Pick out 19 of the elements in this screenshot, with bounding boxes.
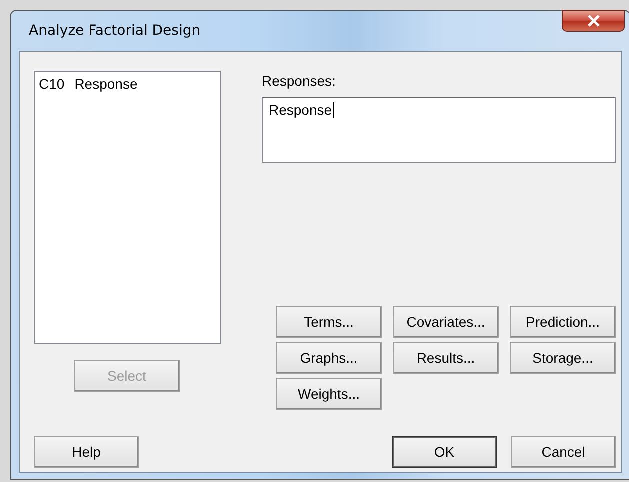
dialog-button[interactable]: Covariates... — [393, 306, 499, 338]
close-icon — [586, 15, 600, 27]
responses-field[interactable]: Response — [262, 97, 616, 163]
column-name: Response — [74, 76, 138, 92]
field-label: Responses: — [262, 73, 337, 89]
variable-list[interactable]: C10 Response — [34, 71, 221, 344]
dialog-button[interactable]: Terms... — [276, 306, 382, 338]
dialog-button[interactable]: Storage... — [510, 342, 616, 374]
dialog-button[interactable]: Graphs... — [276, 342, 382, 374]
dialog-button[interactable]: Prediction... — [510, 306, 616, 338]
dialog-button[interactable]: Results... — [393, 342, 499, 374]
dialog-button[interactable]: Weights... — [276, 378, 382, 410]
dialog-button[interactable]: OK — [392, 436, 497, 468]
window-title: Analyze Factorial Design — [29, 23, 201, 39]
help-button[interactable]: Help — [34, 436, 139, 468]
column-id: C10 — [39, 76, 65, 92]
list-item[interactable]: C10 Response — [37, 76, 218, 92]
close-button[interactable] — [562, 10, 625, 32]
dialog-button[interactable]: Cancel — [511, 436, 616, 468]
